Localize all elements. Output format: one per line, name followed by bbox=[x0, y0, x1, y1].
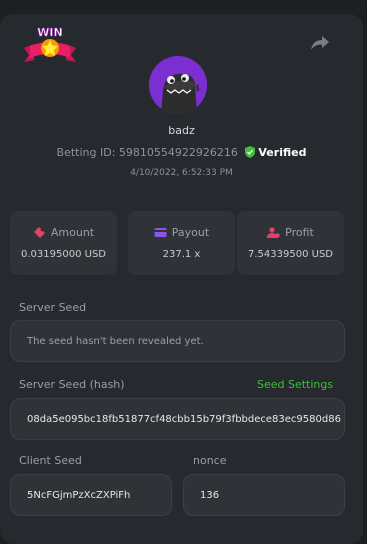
avatar bbox=[149, 56, 207, 114]
nonce-field[interactable]: 136 bbox=[183, 474, 345, 516]
stat-profit-label: Profit bbox=[285, 226, 314, 239]
server-seed-hash-label: Server Seed (hash) bbox=[19, 378, 125, 391]
win-badge-icon: WIN bbox=[24, 26, 76, 62]
username: badz bbox=[168, 124, 195, 137]
shield-check-icon bbox=[245, 146, 256, 158]
bet-date: 4/10/2022, 6:52:33 PM bbox=[130, 168, 233, 178]
stat-payout-label: Payout bbox=[171, 226, 210, 239]
stat-profit-value: 7.54339500 USD bbox=[248, 249, 333, 260]
scrollbar[interactable] bbox=[363, 14, 367, 524]
stat-payout-value: 237.1 x bbox=[162, 249, 201, 260]
nonce-label: nonce bbox=[193, 454, 227, 467]
betting-id-line: Betting ID: 59810554922926216 Verified bbox=[0, 146, 363, 159]
stat-profit: Profit 7.54339500 USD bbox=[237, 211, 344, 275]
stat-amount: Amount 0.03195000 USD bbox=[10, 211, 117, 275]
verified-label: Verified bbox=[258, 146, 307, 159]
stat-payout: Payout 237.1 x bbox=[128, 211, 235, 275]
server-seed-hash-field[interactable]: 08da5e095bc18fb51877cf48cbb15b79f3fbbdec… bbox=[10, 398, 345, 440]
crocodile-avatar-icon bbox=[149, 56, 207, 114]
badge-text: WIN bbox=[37, 26, 62, 39]
user-money-icon bbox=[267, 227, 280, 238]
stat-amount-value: 0.03195000 USD bbox=[21, 249, 106, 260]
card-icon bbox=[154, 228, 167, 237]
client-seed-field[interactable]: 5NcFGjmPzXcZXPiFh bbox=[10, 474, 172, 516]
bet-ticket-icon bbox=[33, 227, 45, 238]
betting-id-label: Betting ID: bbox=[56, 146, 116, 159]
seed-settings-link[interactable]: Seed Settings bbox=[257, 378, 333, 391]
client-seed-label: Client Seed bbox=[19, 454, 82, 467]
stat-amount-label: Amount bbox=[50, 226, 95, 239]
server-seed-field[interactable]: The seed hasn't been revealed yet. bbox=[10, 320, 345, 362]
share-icon[interactable] bbox=[310, 34, 330, 52]
server-seed-label: Server Seed bbox=[19, 301, 87, 314]
betting-id-value: 59810554922926216 bbox=[118, 146, 238, 159]
